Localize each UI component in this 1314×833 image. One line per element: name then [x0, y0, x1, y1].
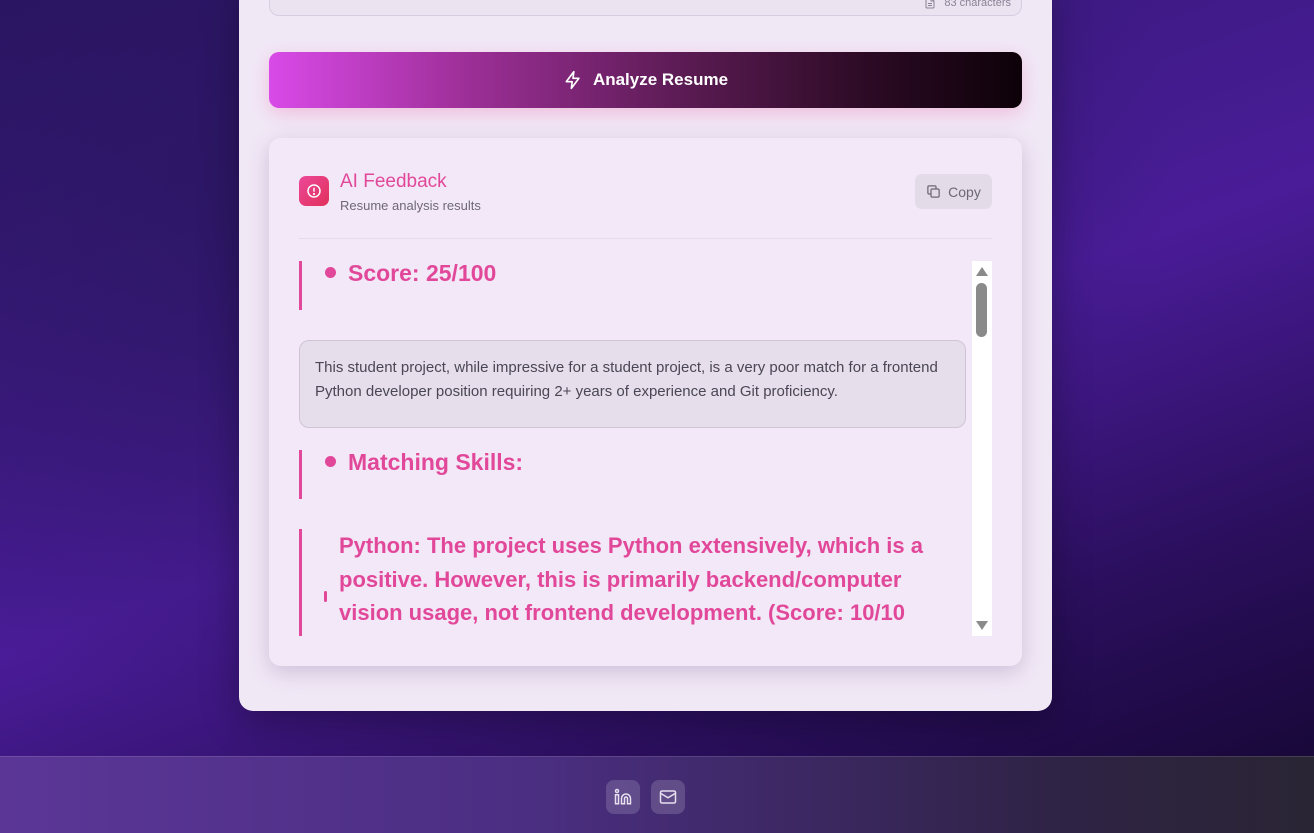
feedback-content[interactable]: Score: 25/100 This student project, whil… — [299, 261, 966, 636]
summary-box: This student project, while impressive f… — [299, 340, 966, 428]
feedback-title: AI Feedback — [340, 171, 447, 192]
ai-feedback-panel: AI Feedback Resume analysis results Copy… — [269, 138, 1022, 666]
scroll-up-arrow-icon[interactable] — [976, 267, 988, 276]
copy-button[interactable]: Copy — [915, 174, 992, 209]
linkedin-button[interactable] — [606, 780, 640, 814]
document-icon — [925, 0, 935, 9]
feedback-subtitle: Resume analysis results — [340, 198, 481, 213]
matching-skills-heading: Matching Skills: — [348, 449, 524, 475]
lightning-icon — [565, 70, 580, 90]
main-card: 83 characters Analyze Resume AI Feedback… — [239, 0, 1052, 711]
bullet-dot — [325, 267, 336, 278]
copy-label: Copy — [948, 183, 981, 200]
skill-item: Python: The project uses Python extensiv… — [299, 529, 966, 636]
email-button[interactable] — [651, 780, 685, 814]
footer — [0, 756, 1314, 833]
analyze-resume-button[interactable]: Analyze Resume — [269, 52, 1022, 108]
matching-skills-heading-row: Matching Skills: — [299, 450, 523, 499]
analyze-resume-label: Analyze Resume — [592, 70, 729, 89]
scroll-down-arrow-icon[interactable] — [976, 621, 988, 630]
skill-item-text: Python: The project uses Python extensiv… — [339, 533, 923, 625]
char-count-text: 83 characters — [944, 0, 1011, 9]
linkedin-icon — [614, 788, 632, 805]
char-count: 83 characters — [924, 0, 1011, 9]
divider — [299, 238, 992, 239]
copy-icon — [927, 185, 940, 198]
scroll-thumb[interactable] — [976, 283, 987, 337]
alert-icon — [299, 176, 329, 206]
job-description-textarea[interactable]: 83 characters — [269, 0, 1022, 16]
scrollbar[interactable] — [972, 261, 992, 636]
bullet-dot — [325, 456, 336, 467]
mail-icon — [659, 790, 677, 804]
score-heading-row: Score: 25/100 — [299, 261, 496, 310]
score-heading: Score: 25/100 — [348, 261, 497, 286]
bullet-dot — [324, 591, 327, 602]
